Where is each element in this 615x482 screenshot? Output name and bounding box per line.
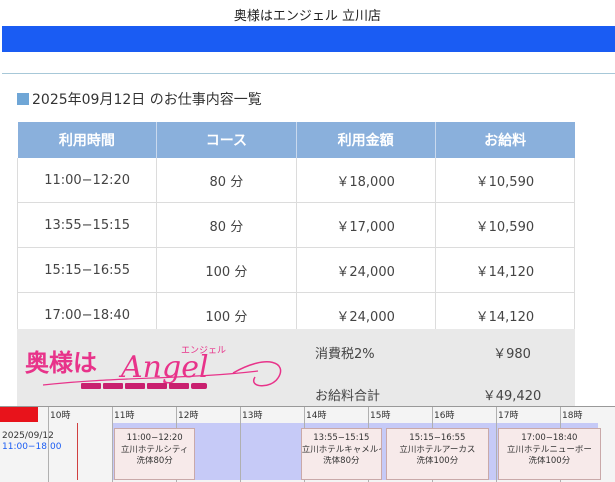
table-header-row: 利用時間 コース 利用金額 お給料 <box>17 122 575 158</box>
timeline-hour-label: 10時 <box>50 411 71 421</box>
booking-time: 13:55−15:15 <box>313 433 370 443</box>
header-bar <box>2 26 615 52</box>
booking-hotel: 立川ホテルシティ <box>120 444 189 455</box>
timeline-date-text: 2025/09/12 <box>2 431 54 441</box>
work-table: 利用時間 コース 利用金額 お給料 11:00−12:20 80 分 ￥18,0… <box>16 122 576 338</box>
logo-main-text: 奥様は <box>25 348 97 377</box>
booking-time: 17:00−18:40 <box>521 433 578 443</box>
table-row: 11:00−12:20 80 分 ￥18,000 ￥10,590 <box>16 158 576 203</box>
timeline-hour-label: 16時 <box>434 411 455 421</box>
booking-hotel: 立川ホテルニューポー <box>506 444 592 455</box>
timeline-date: 2025/09/12 11:00−18:00 <box>2 431 61 453</box>
cell-time: 15:15−16:55 <box>16 247 158 293</box>
booking-hotel: 立川ホテルアーカス <box>399 444 476 455</box>
booking-course: 洗体100分 <box>528 456 571 466</box>
timeline-hour-label: 15時 <box>370 411 391 421</box>
cell-time: 13:55−15:15 <box>16 202 158 248</box>
timeline-booking[interactable]: 11:00−12:20 立川ホテルシティ 洗体80分 <box>114 428 196 480</box>
timeline-marker <box>0 407 38 422</box>
timeline-date-time: 11:00−18:00 <box>2 442 62 452</box>
timeline-gridline <box>496 407 497 482</box>
tax-label: 消費税2% <box>315 347 375 362</box>
timeline-hour-label: 11時 <box>114 411 135 421</box>
timeline-booking[interactable]: 17:00−18:40 立川ホテルニューポー 洗体100分 <box>498 428 601 480</box>
total-value: ￥49,420 <box>482 389 542 404</box>
booking-course: 洗体80分 <box>323 456 360 466</box>
train-icon <box>81 383 207 389</box>
timeline-hour-label: 14時 <box>306 411 327 421</box>
tax-value: ￥980 <box>493 347 531 362</box>
page-heading: 2025年09月12日 のお仕事内容一覧 <box>17 89 262 109</box>
cell-amount: ￥24,000 <box>295 247 436 293</box>
timeline-hour-label: 17時 <box>498 411 519 421</box>
cell-pay: ￥10,590 <box>434 202 576 248</box>
cell-course: 80 分 <box>156 158 297 203</box>
timeline-red-line <box>77 423 78 480</box>
booking-course: 洗体100分 <box>416 456 459 466</box>
cell-time: 11:00−12:20 <box>16 158 158 203</box>
table-row: 13:55−15:15 80 分 ￥17,000 ￥10,590 <box>16 202 576 248</box>
col-course: コース <box>156 122 297 158</box>
booking-hotel: 立川ホテルキャメルイ <box>301 444 381 455</box>
table-row: 15:15−16:55 100 分 ￥24,000 ￥14,120 <box>16 247 576 293</box>
timeline-gridline <box>112 407 113 482</box>
timeline-hour-label: 13時 <box>242 411 263 421</box>
cell-amount: ￥18,000 <box>295 158 436 203</box>
divider <box>2 73 615 74</box>
logo-small-text: エンジェル <box>181 346 226 356</box>
schedule-timeline: 2025/09/12 11:00−18:00 10時 11時 12時 13時 14時 15… <box>0 406 615 482</box>
col-amount: 利用金額 <box>296 122 436 158</box>
total-label: お給料合計 <box>315 389 381 404</box>
col-pay: お給料 <box>435 122 575 158</box>
booking-time: 15:15−16:55 <box>409 433 466 443</box>
page-heading-text: 2025年09月12日 のお仕事内容一覧 <box>32 92 262 108</box>
timeline-gridline <box>240 407 241 482</box>
timeline-hour-label: 12時 <box>178 411 199 421</box>
cell-pay: ￥10,590 <box>434 158 576 203</box>
booking-course: 洗体80分 <box>136 456 173 466</box>
heading-square-icon <box>17 93 29 105</box>
booking-time: 11:00−12:20 <box>126 433 183 443</box>
angel-logo: 奥様は Angel エンジェル <box>25 346 282 389</box>
timeline-booking[interactable]: 15:15−16:55 立川ホテルアーカス 洗体100分 <box>386 428 489 480</box>
cell-amount: ￥17,000 <box>295 202 436 248</box>
cell-pay: ￥14,120 <box>434 247 576 293</box>
cell-course: 80 分 <box>156 202 297 248</box>
timeline-booking[interactable]: 13:55−15:15 立川ホテルキャメルイ 洗体80分 <box>300 428 382 480</box>
cell-course: 100 分 <box>156 247 297 293</box>
summary-panel: 奥様は Angel エンジェル 消費税2% ￥980 お給料合計 ￥49,420 <box>17 329 575 407</box>
timeline-hour-label: 18時 <box>562 411 583 421</box>
shop-title: 奥様はエンジェル 立川店 <box>233 9 382 24</box>
timeline-gridline <box>48 407 49 482</box>
col-time: 利用時間 <box>17 122 158 158</box>
